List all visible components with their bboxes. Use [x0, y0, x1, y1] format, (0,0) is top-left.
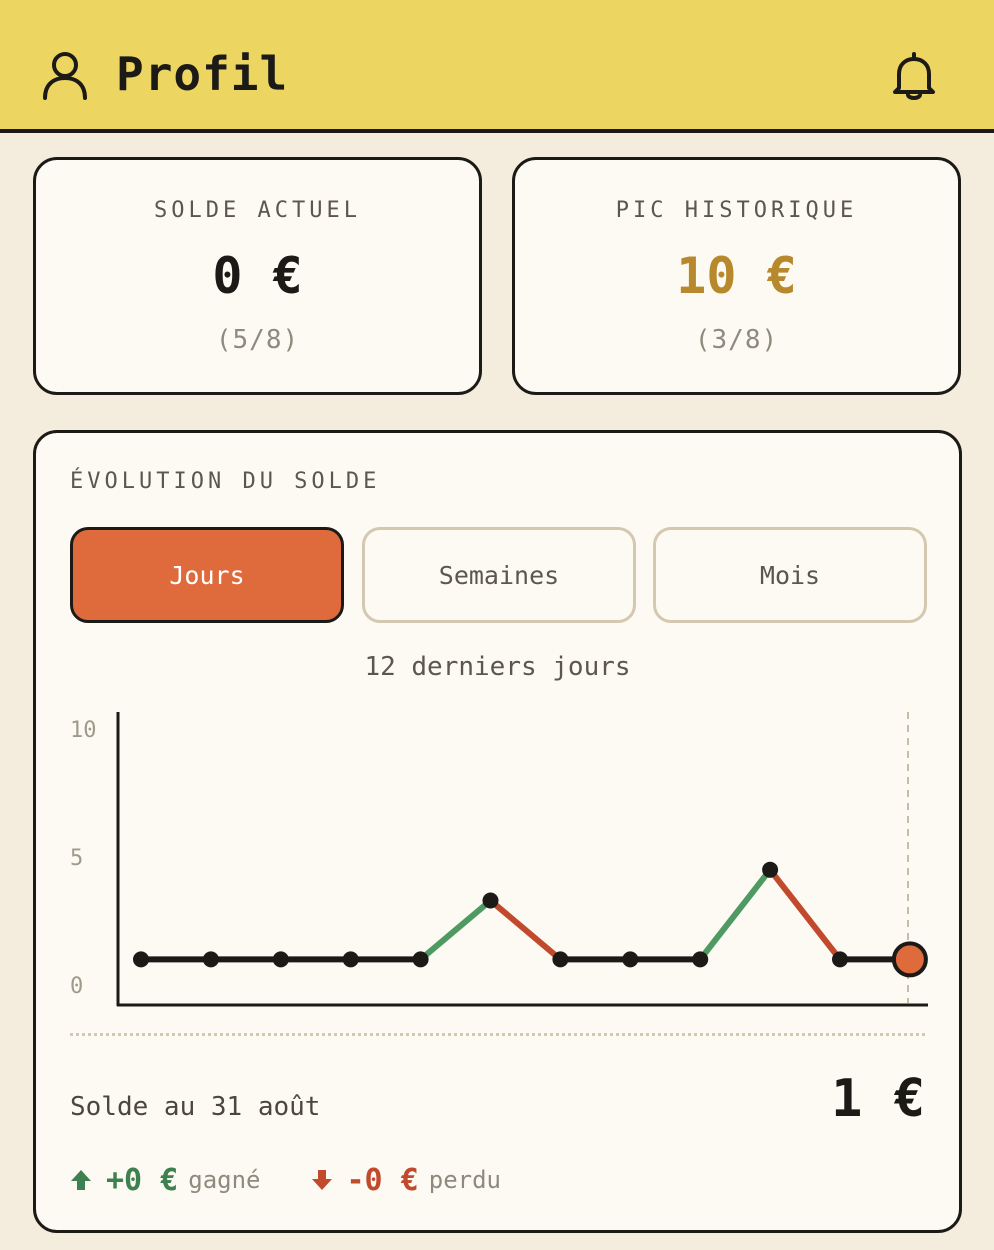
arrow-down-icon: [311, 1170, 332, 1190]
current-data-point[interactable]: [891, 941, 928, 978]
balance-value: 1 €: [831, 1069, 925, 1129]
gain-loss-summary: +0 € gagné -0 € perdu: [70, 1160, 501, 1200]
y-tick-label: 5: [70, 846, 83, 871]
current-balance-date: (5/8): [215, 325, 300, 355]
current-balance-label: SOLDE ACTUEL: [154, 198, 361, 223]
peak-balance-label: PIC HISTORIQUE: [615, 198, 858, 223]
data-point: [622, 951, 639, 968]
line-segment: [767, 866, 843, 963]
gained-amount: +0 €: [106, 1162, 179, 1198]
lost-amount: -0 €: [346, 1162, 419, 1198]
data-point: [202, 951, 219, 968]
data-point: [832, 951, 848, 968]
user-icon[interactable]: [42, 50, 88, 100]
divider: [70, 1033, 925, 1036]
data-point: [272, 951, 289, 968]
gained-word: gagné: [188, 1166, 261, 1194]
data-point: [762, 861, 779, 878]
line-segment: [417, 897, 494, 963]
lost-word: perdu: [428, 1166, 501, 1194]
data-point: [482, 892, 499, 909]
data-point: [133, 951, 149, 968]
page-title: Profil: [116, 47, 289, 101]
top-bar: Profil: [0, 0, 994, 133]
peak-balance-value: 10 €: [676, 247, 797, 305]
arrow-up-icon: [71, 1170, 91, 1190]
peak-balance-card: PIC HISTORIQUE 10 € (3/8): [512, 157, 961, 395]
line-segments: [138, 866, 913, 963]
balance-evolution-card: ÉVOLUTION DU SOLDE Jours Semaines Mois 1…: [33, 430, 962, 1233]
peak-balance-date: (3/8): [694, 325, 779, 355]
data-point: [692, 951, 709, 968]
bell-icon[interactable]: [890, 50, 938, 102]
data-point: [412, 951, 429, 968]
current-balance-value: 0 €: [212, 247, 303, 305]
data-point: [342, 951, 359, 968]
data-point: [552, 951, 569, 968]
balance-date-label: Solde au 31 août: [70, 1092, 321, 1122]
y-tick-label: 10: [70, 718, 97, 743]
y-axis-ticks: 10 5 0: [70, 718, 97, 999]
line-segment: [697, 866, 774, 963]
y-tick-label: 0: [70, 974, 83, 999]
line-segment: [487, 897, 564, 963]
loss-group: -0 € perdu: [311, 1162, 501, 1198]
current-balance-card: SOLDE ACTUEL 0 € (5/8): [33, 157, 482, 395]
gain-group: +0 € gagné: [70, 1163, 261, 1198]
